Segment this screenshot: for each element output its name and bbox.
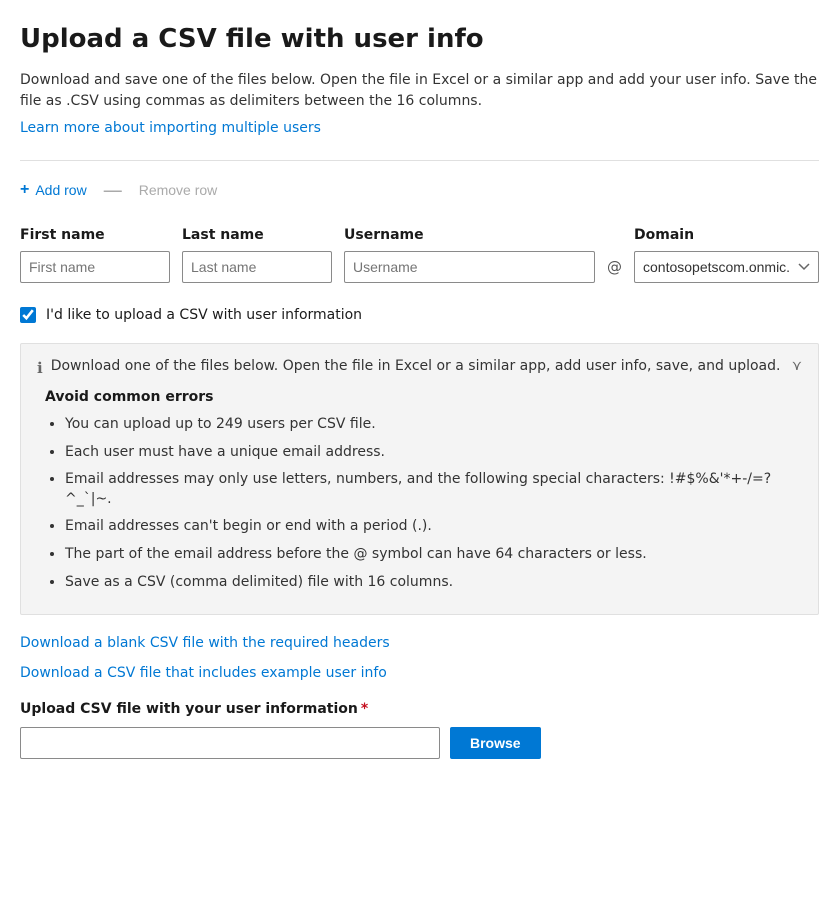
error-list-item: Save as a CSV (comma delimited) file wit… bbox=[65, 573, 802, 593]
error-list-item: Email addresses can't begin or end with … bbox=[65, 517, 802, 537]
info-panel: ℹ Download one of the files below. Open … bbox=[20, 343, 819, 615]
page-title: Upload a CSV file with user info bbox=[20, 24, 819, 54]
learn-more-link[interactable]: Learn more about importing multiple user… bbox=[20, 120, 321, 136]
form-inputs-row: @ contosopetscom.onmic... bbox=[20, 251, 819, 283]
section-divider bbox=[20, 160, 819, 161]
lastname-label: Last name bbox=[182, 227, 332, 243]
error-list: You can upload up to 249 users per CSV f… bbox=[37, 415, 802, 592]
toolbar: + Add row — Remove row bbox=[20, 177, 819, 203]
error-list-item: You can upload up to 249 users per CSV f… bbox=[65, 415, 802, 435]
add-row-label: Add row bbox=[35, 182, 86, 198]
download-links: Download a blank CSV file with the requi… bbox=[20, 635, 819, 681]
upload-row: Browse bbox=[20, 727, 819, 759]
csv-checkbox-row: I'd like to upload a CSV with user infor… bbox=[20, 307, 819, 323]
download-blank-csv-link[interactable]: Download a blank CSV file with the requi… bbox=[20, 635, 819, 651]
firstname-label: First name bbox=[20, 227, 170, 243]
username-label: Username bbox=[344, 227, 622, 243]
error-list-item: Each user must have a unique email addre… bbox=[65, 443, 802, 463]
download-example-csv-link[interactable]: Download a CSV file that includes exampl… bbox=[20, 665, 819, 681]
domain-select[interactable]: contosopetscom.onmic... bbox=[634, 251, 819, 283]
add-row-button[interactable]: + Add row bbox=[20, 177, 87, 203]
lastname-input[interactable] bbox=[182, 251, 332, 283]
info-panel-header: ℹ Download one of the files below. Open … bbox=[37, 358, 802, 377]
form-labels-row: First name Last name Username Domain bbox=[20, 227, 819, 243]
page-description: Download and save one of the files below… bbox=[20, 70, 819, 112]
csv-checkbox[interactable] bbox=[20, 307, 36, 323]
domain-label: Domain bbox=[634, 227, 819, 243]
collapse-icon[interactable]: ⋎ bbox=[792, 358, 802, 374]
plus-icon: + bbox=[20, 181, 29, 199]
info-icon: ℹ bbox=[37, 359, 43, 377]
remove-row-label: Remove row bbox=[139, 182, 218, 198]
csv-checkbox-label[interactable]: I'd like to upload a CSV with user infor… bbox=[46, 307, 362, 323]
error-list-item: Email addresses may only use letters, nu… bbox=[65, 470, 802, 509]
at-symbol: @ bbox=[607, 258, 622, 276]
upload-label: Upload CSV file with your user informati… bbox=[20, 701, 819, 717]
upload-file-input[interactable] bbox=[20, 727, 440, 759]
required-star: * bbox=[361, 701, 368, 717]
username-input[interactable] bbox=[344, 251, 595, 283]
avoid-errors-title: Avoid common errors bbox=[37, 389, 802, 405]
info-panel-header-left: ℹ Download one of the files below. Open … bbox=[37, 358, 780, 377]
error-list-item: The part of the email address before the… bbox=[65, 545, 802, 565]
toolbar-separator: — bbox=[103, 178, 123, 202]
browse-button[interactable]: Browse bbox=[450, 727, 541, 759]
firstname-input[interactable] bbox=[20, 251, 170, 283]
info-panel-description: Download one of the files below. Open th… bbox=[51, 358, 781, 374]
user-form: First name Last name Username Domain @ c… bbox=[20, 227, 819, 283]
upload-section: Upload CSV file with your user informati… bbox=[20, 701, 819, 759]
remove-row-button[interactable]: Remove row bbox=[139, 178, 218, 202]
